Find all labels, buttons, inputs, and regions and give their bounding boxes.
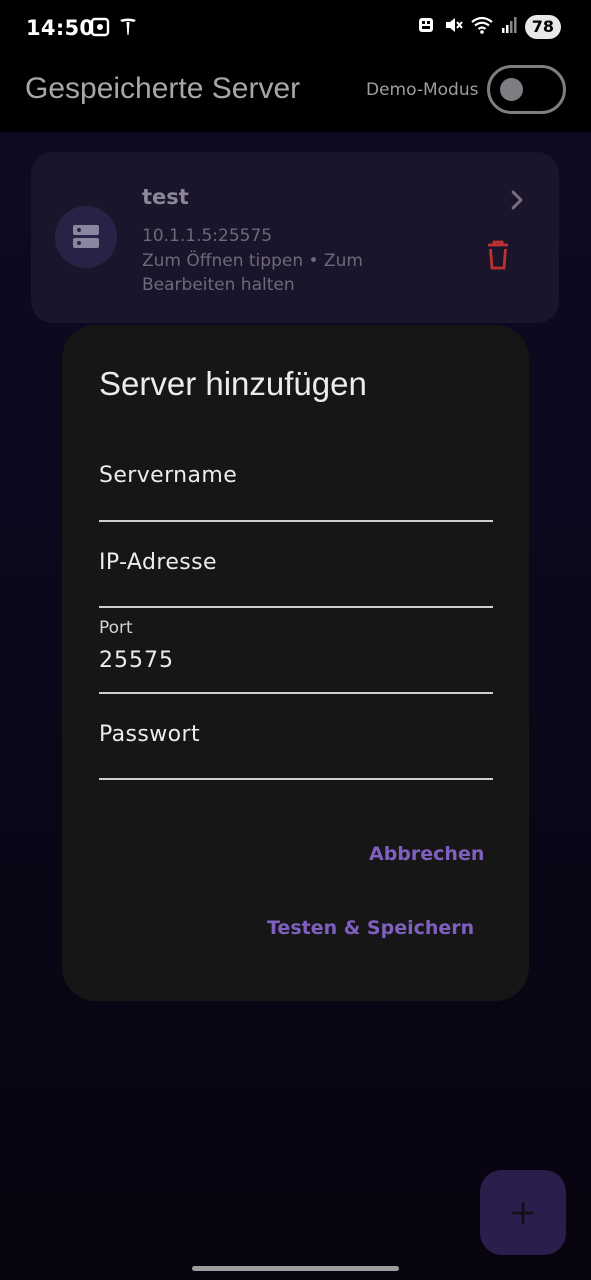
password-placeholder: Passwort — [99, 722, 201, 747]
ip-address-field[interactable]: IP-Adresse — [99, 546, 493, 608]
plus-icon — [511, 1201, 535, 1225]
field-underline — [99, 606, 493, 608]
demo-mode-toggle[interactable] — [487, 65, 566, 114]
ip-address-placeholder: IP-Adresse — [99, 550, 217, 575]
port-label: Port — [99, 618, 133, 638]
status-time: 14:50 — [26, 16, 95, 40]
app-bar: Gespeicherte Server Demo-Modus — [0, 56, 591, 132]
page-title: Gespeicherte Server — [25, 72, 301, 105]
server-icon — [73, 225, 99, 248]
field-underline — [99, 520, 493, 522]
chevron-right-icon[interactable] — [509, 188, 525, 216]
car-icon — [417, 15, 435, 39]
dialog-title: Server hinzufügen — [99, 365, 367, 402]
wifi-icon — [471, 15, 493, 39]
toggle-knob — [500, 78, 523, 101]
field-underline — [99, 778, 493, 780]
add-server-dialog: Server hinzufügen Servername IP-Adresse … — [62, 325, 529, 1001]
cancel-button[interactable]: Abbrechen — [369, 843, 484, 865]
battery-badge: 78 — [524, 15, 561, 39]
server-name: test — [142, 185, 189, 209]
field-underline — [99, 692, 493, 694]
test-and-save-button[interactable]: Testen & Speichern — [267, 917, 474, 939]
server-details: 10.1.1.5:25575 Zum Öffnen tippen • Zum B… — [142, 224, 402, 298]
screen: 14:50 78 Gespeicherte Server Demo-Modus … — [0, 0, 591, 1280]
server-address: 10.1.1.5:25575 — [142, 226, 273, 246]
server-avatar — [55, 206, 117, 268]
add-server-fab[interactable] — [480, 1170, 566, 1255]
server-hint: Zum Öffnen tippen • Zum Bearbeiten halte… — [142, 250, 363, 296]
signal-icon — [501, 15, 517, 39]
servername-placeholder: Servername — [99, 463, 238, 488]
status-right-icons: 78 — [417, 15, 561, 39]
trash-icon[interactable] — [486, 240, 510, 274]
servername-field[interactable]: Servername — [99, 460, 493, 522]
demo-mode-label: Demo-Modus — [366, 80, 479, 100]
tesla-icon — [118, 16, 138, 42]
server-list-item[interactable]: test 10.1.1.5:25575 Zum Öffnen tippen • … — [31, 152, 559, 323]
home-indicator[interactable] — [192, 1266, 399, 1271]
status-bar: 14:50 78 — [0, 0, 591, 56]
port-field[interactable]: Port 25575 — [99, 618, 493, 694]
screenshot-icon — [90, 16, 110, 42]
port-value: 25575 — [99, 648, 174, 673]
password-field[interactable]: Passwort — [99, 718, 493, 780]
status-left-icons — [90, 16, 138, 42]
mute-icon — [443, 15, 463, 39]
